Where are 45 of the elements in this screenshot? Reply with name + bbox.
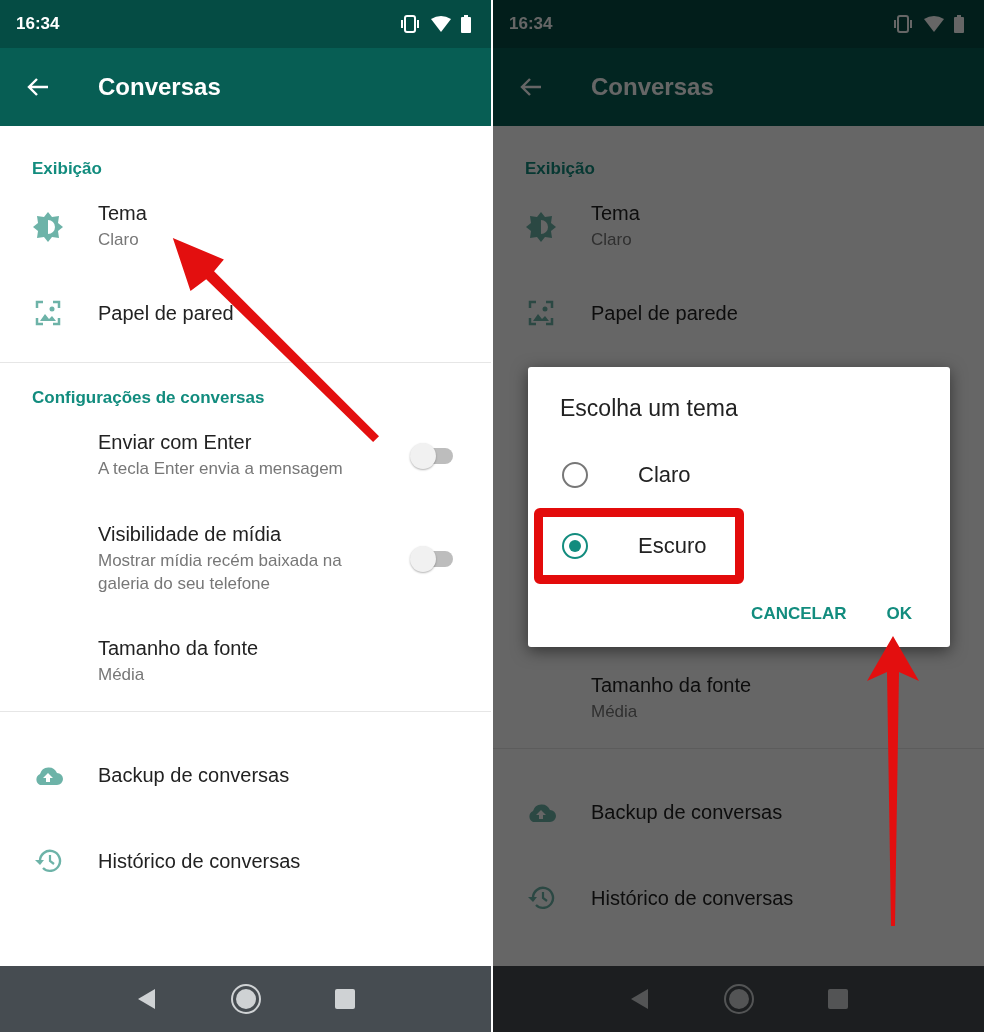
setting-title[interactable]: Tamanho da fonte xyxy=(98,637,455,661)
cloud-upload-icon xyxy=(526,801,556,823)
setting-title[interactable]: Backup de conversas xyxy=(98,763,455,787)
toggle-switch[interactable] xyxy=(409,545,455,573)
history-icon xyxy=(527,885,555,911)
battery-icon xyxy=(954,15,964,33)
wifi-icon xyxy=(924,16,944,32)
back-arrow-icon[interactable] xyxy=(26,77,50,97)
image-icon xyxy=(528,300,554,326)
history-icon xyxy=(34,848,62,874)
setting-title[interactable]: Papel de pared xyxy=(98,301,455,325)
section-header: Configurações de conversas xyxy=(31,387,266,409)
setting-value: Mostrar mídia recém baixada na galeria do seu telefone xyxy=(98,550,343,595)
setting-value: Claro xyxy=(98,229,140,252)
setting-title[interactable]: Tema xyxy=(98,202,455,226)
brightness-icon xyxy=(33,212,63,242)
status-time: 16:34 xyxy=(509,14,553,34)
status-time: 16:34 xyxy=(16,14,60,34)
wifi-icon xyxy=(431,16,451,32)
image-icon xyxy=(35,300,61,326)
section-header: Exibição xyxy=(524,158,596,180)
home-icon[interactable] xyxy=(229,983,262,1015)
dialog-button[interactable]: OK xyxy=(876,596,922,632)
dialog-title: Escolha um tema xyxy=(559,395,739,422)
toggle-switch[interactable] xyxy=(409,442,455,470)
setting-value: A tecla Enter envia a mensagem xyxy=(98,458,344,481)
setting-title[interactable]: Visibilidade de mídia xyxy=(98,523,397,547)
setting-title[interactable]: Histórico de conversas xyxy=(98,849,455,873)
option-label[interactable]: Escuro xyxy=(638,533,707,559)
cloud-upload-icon xyxy=(33,764,63,786)
battery-icon xyxy=(461,15,471,33)
brightness-icon xyxy=(526,212,556,242)
vibrate-icon xyxy=(399,15,421,33)
recents-icon[interactable] xyxy=(334,989,355,1009)
screen-title: Conversas xyxy=(98,73,221,101)
vibrate-icon xyxy=(892,15,914,33)
setting-value: Média xyxy=(98,664,146,687)
dialog-button[interactable]: CANCELAR xyxy=(741,596,857,632)
section-header: Exibição xyxy=(31,158,103,180)
radio-button[interactable] xyxy=(562,462,588,488)
radio-button[interactable] xyxy=(562,533,588,559)
option-label[interactable]: Claro xyxy=(638,462,691,488)
back-icon[interactable] xyxy=(136,988,157,1010)
screen-title: Conversas xyxy=(591,73,714,101)
setting-title[interactable]: Enviar com Enter xyxy=(98,431,397,455)
